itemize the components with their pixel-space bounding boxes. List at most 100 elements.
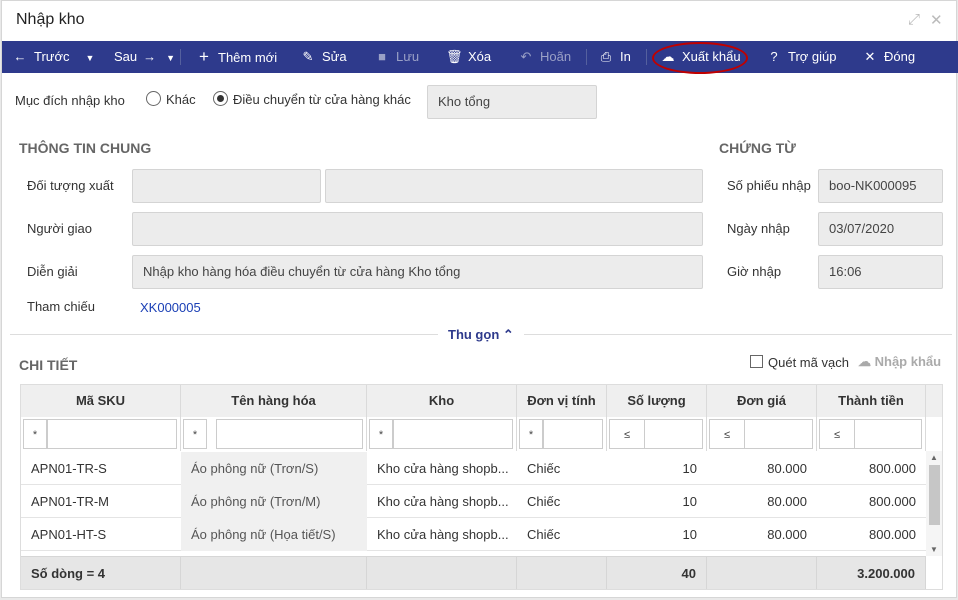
description-label: Diễn giải — [27, 264, 78, 279]
filter-operator[interactable]: * — [23, 419, 47, 449]
footer-empty — [517, 557, 607, 589]
filter-operator[interactable]: * — [183, 419, 207, 449]
reference-link[interactable]: XK000005 — [140, 300, 201, 315]
voucher-date-field[interactable]: 03/07/2020 — [818, 212, 943, 246]
col-header-unit[interactable]: Đơn vị tính — [517, 385, 607, 417]
filter-input[interactable] — [744, 419, 813, 449]
col-header-name[interactable]: Tên hàng hóa — [181, 385, 367, 417]
detail-grid: Mã SKU Tên hàng hóa Kho Đơn vị tính Số l… — [20, 384, 943, 590]
target-label: Đối tượng xuất — [27, 178, 114, 193]
printer-icon: ⎙ — [600, 49, 612, 64]
cell-warehouse[interactable]: Kho cửa hàng shopb... — [367, 452, 517, 485]
cell-price[interactable]: 80.000 — [707, 485, 817, 518]
scroll-down-icon[interactable]: ▼ — [930, 545, 938, 554]
radio-transfer[interactable] — [213, 91, 228, 106]
source-store-field[interactable]: Kho tổng — [427, 85, 597, 119]
footer-empty — [707, 557, 817, 589]
col-header-amount[interactable]: Thành tiền — [817, 385, 926, 417]
description-field[interactable]: Nhập kho hàng hóa điều chuyển từ cửa hàn… — [132, 255, 703, 289]
trash-icon: 🗑 — [446, 49, 463, 64]
toolbar-divider — [646, 49, 647, 65]
delete-button[interactable]: 🗑 Xóa — [446, 41, 491, 73]
toolbar: ← Trước ▼ Sau → ▼ + Thêm mới ✎ Sửa ■ Lưu 🗑 Xóa ↶… — [2, 41, 958, 73]
chevron-up-icon: ⌃ — [502, 327, 514, 342]
filter-operator[interactable]: * — [369, 419, 393, 449]
filter-input[interactable] — [543, 419, 603, 449]
footer-row-count: Số dòng = 4 — [21, 557, 181, 589]
cell-price[interactable]: 80.000 — [707, 518, 817, 551]
help-button[interactable]: ? Trợ giúp — [766, 41, 836, 73]
table-row[interactable]: APN01-TR-M Áo phông nữ (Trơn/M) Kho cửa … — [21, 485, 926, 518]
toolbar-divider — [180, 49, 181, 65]
save-button[interactable]: ■ Lưu — [374, 41, 419, 73]
cell-unit[interactable]: Chiếc — [517, 452, 607, 485]
voucher-heading: CHỨNG TỪ — [719, 140, 796, 156]
table-row[interactable]: APN01-TR-S Áo phông nữ (Trơn/S) Kho cửa … — [21, 452, 926, 485]
prev-button[interactable]: ← Trước ▼ — [12, 41, 95, 73]
filter-input[interactable] — [216, 419, 363, 449]
scan-barcode-label: Quét mã vạch — [768, 355, 849, 370]
scroll-up-icon[interactable]: ▲ — [930, 453, 938, 462]
title-bar: Nhập kho ⤢ ✕ — [2, 1, 956, 41]
filter-unit: * — [517, 417, 607, 451]
cell-amount: 800.000 — [869, 527, 916, 542]
undo-button[interactable]: ↶ Hoãn — [518, 41, 572, 73]
filter-operator[interactable]: ≤ — [709, 419, 745, 449]
print-button[interactable]: ⎙ In — [598, 41, 631, 73]
maximize-icon[interactable]: ⤢ — [908, 11, 920, 28]
cell-unit[interactable]: Chiếc — [517, 485, 607, 518]
radio-other[interactable] — [146, 91, 161, 106]
filter-input[interactable] — [854, 419, 922, 449]
filter-operator[interactable]: ≤ — [609, 419, 645, 449]
cell-quantity[interactable]: 10 — [607, 518, 707, 551]
import-button[interactable]: ☁ Nhập khẩu — [858, 354, 941, 370]
filter-input[interactable] — [644, 419, 703, 449]
filter-operator[interactable]: ≤ — [819, 419, 855, 449]
footer-empty — [367, 557, 517, 589]
filter-quantity: ≤ — [607, 417, 707, 451]
cell-price[interactable]: 80.000 — [707, 452, 817, 485]
floppy-icon: ■ — [378, 49, 386, 64]
grid-footer: Số dòng = 4 40 3.200.000 — [21, 556, 926, 589]
target-code-field[interactable] — [132, 169, 321, 203]
cell-unit[interactable]: Chiếc — [517, 518, 607, 551]
cell-sku[interactable]: APN01-HT-S — [21, 518, 181, 551]
cell-name: Áo phông nữ (Họa tiết/S) — [181, 518, 367, 551]
cell-sku[interactable]: APN01-TR-M — [21, 485, 181, 518]
filter-input[interactable] — [393, 419, 513, 449]
cell-name: Áo phông nữ (Trơn/M) — [181, 485, 367, 518]
caret-down-icon[interactable]: ▼ — [166, 53, 175, 63]
filter-sku: * — [21, 417, 181, 451]
filter-operator[interactable]: * — [519, 419, 543, 449]
edit-button[interactable]: ✎ Sửa — [300, 41, 347, 73]
cell-warehouse[interactable]: Kho cửa hàng shopb... — [367, 518, 517, 551]
arrow-right-icon: → — [143, 49, 157, 64]
scan-barcode-checkbox[interactable] — [750, 355, 763, 368]
next-button[interactable]: Sau → ▼ — [114, 41, 175, 73]
deliverer-field[interactable] — [132, 212, 703, 246]
cell-quantity[interactable]: 10 — [607, 452, 707, 485]
voucher-time-field[interactable]: 16:06 — [818, 255, 943, 289]
col-header-quantity[interactable]: Số lượng — [607, 385, 707, 417]
col-header-warehouse[interactable]: Kho — [367, 385, 517, 417]
voucher-no-field[interactable]: boo-NK000095 — [818, 169, 943, 203]
cell-warehouse[interactable]: Kho cửa hàng shopb... — [367, 485, 517, 518]
caret-down-icon[interactable]: ▼ — [86, 53, 95, 63]
grid-scrollbar[interactable]: ▲ ▼ — [926, 451, 942, 556]
filter-input[interactable] — [47, 419, 177, 449]
header-spacer — [926, 385, 942, 417]
cell-sku[interactable]: APN01-TR-S — [21, 452, 181, 485]
collapse-toggle[interactable]: Thu gọn ⌃ — [438, 327, 524, 343]
close-button[interactable]: ✕ Đóng — [862, 41, 916, 73]
table-row[interactable]: APN01-HT-S Áo phông nữ (Họa tiết/S) Kho … — [21, 518, 926, 551]
col-header-sku[interactable]: Mã SKU — [21, 385, 181, 417]
add-button[interactable]: + Thêm mới — [196, 41, 277, 73]
scroll-thumb[interactable] — [929, 465, 940, 525]
radio-transfer-label: Điều chuyển từ cửa hàng khác — [233, 92, 411, 107]
cell-quantity[interactable]: 10 — [607, 485, 707, 518]
col-header-price[interactable]: Đơn giá — [707, 385, 817, 417]
close-icon: ✕ — [864, 49, 876, 64]
target-name-field[interactable] — [325, 169, 703, 203]
close-window-icon[interactable]: ✕ — [930, 11, 943, 29]
plus-icon: + — [199, 47, 209, 66]
